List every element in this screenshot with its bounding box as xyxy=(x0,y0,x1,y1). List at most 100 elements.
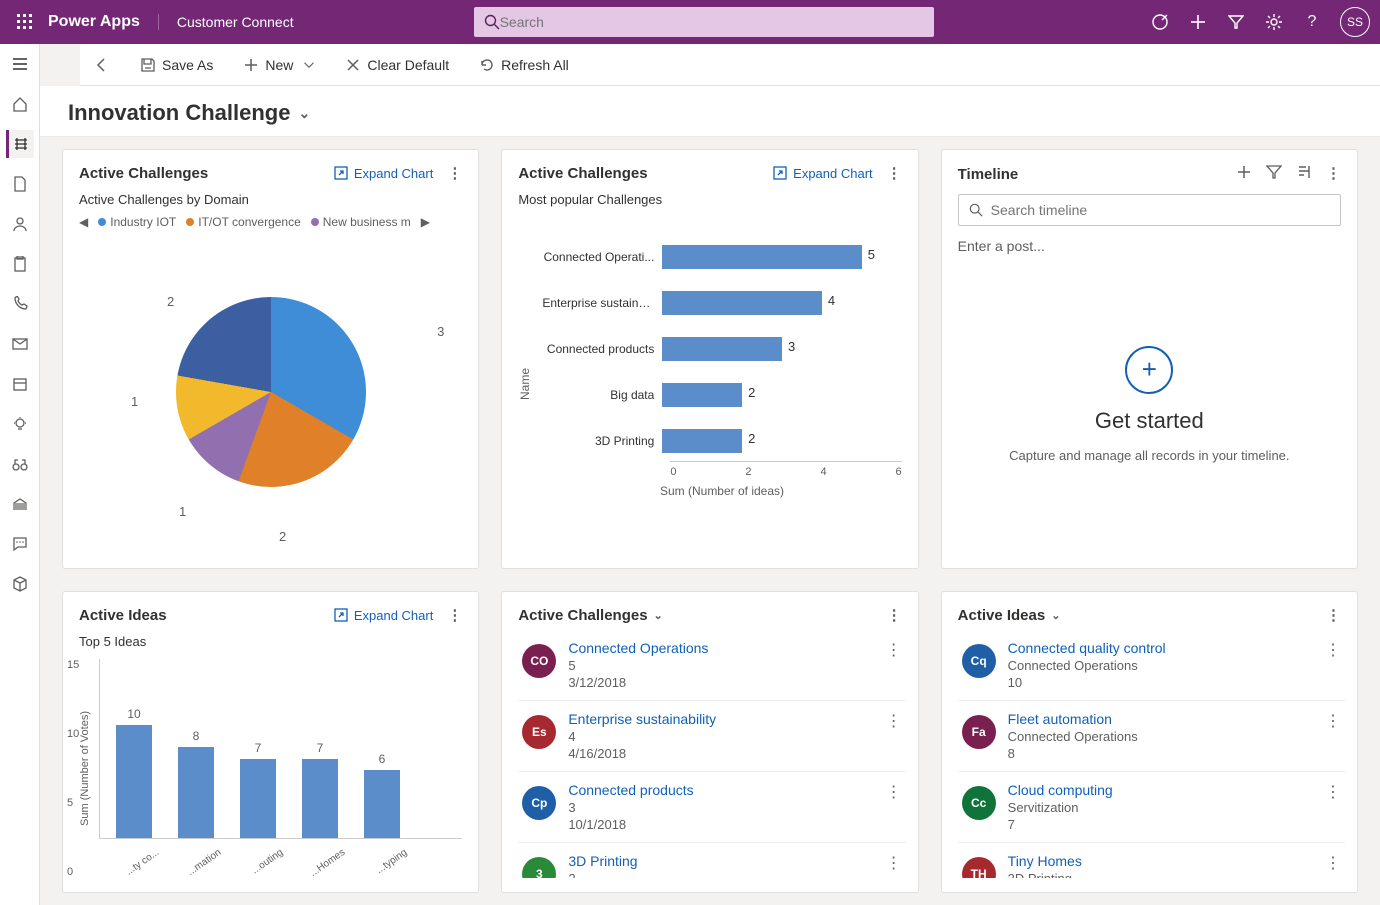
top-ideas-bar-card: Active Ideas Expand Chart ⋮ Top 5 Ideas … xyxy=(62,591,479,893)
timeline-add-icon[interactable] xyxy=(1236,164,1252,184)
app-launcher-icon[interactable] xyxy=(10,7,40,37)
bar-value: 8 xyxy=(193,729,200,743)
list-item[interactable]: Cq Connected quality control Connected O… xyxy=(958,630,1345,701)
card-title: Timeline xyxy=(958,166,1019,183)
nav-binoculars-icon[interactable] xyxy=(6,450,34,478)
chevron-down-icon[interactable]: ⌄ xyxy=(654,609,663,622)
nav-file-icon[interactable] xyxy=(6,170,34,198)
add-icon[interactable] xyxy=(1188,12,1208,32)
legend-next-icon[interactable]: ▶ xyxy=(421,215,430,229)
item-count: 2 xyxy=(568,871,873,878)
list-item[interactable]: Es Enterprise sustainability 4 4/16/2018… xyxy=(518,701,905,772)
pie-value: 1 xyxy=(131,394,138,409)
item-more-icon[interactable]: ⋮ xyxy=(1325,853,1341,873)
expand-chart-link[interactable]: Expand Chart xyxy=(334,166,434,181)
timeline-post-input[interactable]: Enter a post... xyxy=(958,238,1341,254)
nav-dashboard-icon[interactable] xyxy=(6,130,34,158)
nav-idea-icon[interactable] xyxy=(6,410,34,438)
item-more-icon[interactable]: ⋮ xyxy=(886,711,902,731)
target-icon[interactable] xyxy=(1150,12,1170,32)
legend-prev-icon[interactable]: ◀ xyxy=(79,215,88,229)
user-avatar[interactable]: SS xyxy=(1340,7,1370,37)
item-more-icon[interactable]: ⋮ xyxy=(886,640,902,660)
bar-value: 7 xyxy=(255,741,262,755)
help-icon[interactable]: ? xyxy=(1302,12,1322,32)
section-title[interactable]: Active Challenges xyxy=(518,607,647,624)
item-title[interactable]: Connected products xyxy=(568,782,873,798)
timeline-message: Capture and manage all records in your t… xyxy=(1009,448,1289,463)
settings-icon[interactable] xyxy=(1264,12,1284,32)
bar-row: Big data 2 xyxy=(542,383,901,407)
refresh-all-button[interactable]: Refresh All xyxy=(473,53,575,77)
item-count: 3 xyxy=(568,800,873,815)
x-axis-label: Sum (Number of ideas) xyxy=(542,484,901,498)
more-icon[interactable]: ⋮ xyxy=(447,606,462,624)
list-item[interactable]: TH Tiny Homes 3D Printing ⋮ xyxy=(958,843,1345,878)
item-more-icon[interactable]: ⋮ xyxy=(1325,782,1341,802)
item-title[interactable]: Tiny Homes xyxy=(1008,853,1313,869)
item-title[interactable]: Cloud computing xyxy=(1008,782,1313,798)
more-icon[interactable]: ⋮ xyxy=(887,606,902,624)
card-title: Active Challenges xyxy=(518,165,647,182)
nav-calendar-icon[interactable] xyxy=(6,370,34,398)
nav-home-icon[interactable] xyxy=(6,90,34,118)
item-title[interactable]: Fleet automation xyxy=(1008,711,1313,727)
item-avatar: Cq xyxy=(962,644,996,678)
save-as-button[interactable]: Save As xyxy=(134,53,219,77)
more-icon[interactable]: ⋮ xyxy=(447,164,462,182)
page-title[interactable]: Innovation Challenge xyxy=(68,100,290,126)
back-button[interactable] xyxy=(88,53,116,77)
more-icon[interactable]: ⋮ xyxy=(1326,606,1341,624)
timeline-more-icon[interactable]: ⋮ xyxy=(1326,164,1341,184)
nav-person-icon[interactable] xyxy=(6,210,34,238)
nav-package-icon[interactable] xyxy=(6,570,34,598)
item-more-icon[interactable]: ⋮ xyxy=(1325,711,1341,731)
item-more-icon[interactable]: ⋮ xyxy=(886,782,902,802)
timeline-get-started-icon[interactable]: + xyxy=(1125,346,1173,394)
chevron-down-icon[interactable]: ⌄ xyxy=(298,105,310,122)
expand-chart-link[interactable]: Expand Chart xyxy=(773,166,873,181)
nav-mail-icon[interactable] xyxy=(6,330,34,358)
timeline-filter-icon[interactable] xyxy=(1266,164,1282,184)
bar-value: 2 xyxy=(748,431,755,446)
nav-phone-icon[interactable] xyxy=(6,290,34,318)
nav-clipboard-icon[interactable] xyxy=(6,250,34,278)
pie-value: 2 xyxy=(279,529,286,544)
item-title[interactable]: Connected quality control xyxy=(1008,640,1313,656)
global-search[interactable] xyxy=(474,7,934,37)
bar-row: Enterprise sustaina... 4 xyxy=(542,291,901,315)
expand-chart-link[interactable]: Expand Chart xyxy=(334,608,434,623)
chevron-down-icon[interactable]: ⌄ xyxy=(1051,609,1060,622)
bar-category: ...mation xyxy=(181,847,223,881)
global-search-input[interactable] xyxy=(500,14,924,30)
item-more-icon[interactable]: ⋮ xyxy=(1325,640,1341,660)
list-item[interactable]: Cp Connected products 3 10/1/2018 ⋮ xyxy=(518,772,905,843)
timeline-search[interactable] xyxy=(958,194,1341,226)
item-title[interactable]: 3D Printing xyxy=(568,853,873,869)
list-item[interactable]: Cc Cloud computing Servitization 7 ⋮ xyxy=(958,772,1345,843)
section-title[interactable]: Active Ideas xyxy=(958,607,1046,624)
list-item[interactable]: CO Connected Operations 5 3/12/2018 ⋮ xyxy=(518,630,905,701)
item-title[interactable]: Connected Operations xyxy=(568,640,873,656)
list-item[interactable]: Fa Fleet automation Connected Operations… xyxy=(958,701,1345,772)
bar-category: Enterprise sustaina... xyxy=(542,296,662,310)
item-more-icon[interactable]: ⋮ xyxy=(886,853,902,873)
bar-category: ...typing xyxy=(367,847,409,881)
nav-chat-icon[interactable] xyxy=(6,530,34,558)
more-icon[interactable]: ⋮ xyxy=(887,164,902,182)
bar-category: ...Homes xyxy=(305,847,347,881)
item-title[interactable]: Enterprise sustainability xyxy=(568,711,873,727)
filter-icon[interactable] xyxy=(1226,12,1246,32)
list-item[interactable]: 3 3D Printing 2 ⋮ xyxy=(518,843,905,878)
item-avatar: TH xyxy=(962,857,996,878)
timeline-search-input[interactable] xyxy=(991,202,1330,218)
legend-item: New business m xyxy=(311,215,411,229)
nav-menu-icon[interactable] xyxy=(6,50,34,78)
legend-item: IT/OT convergence xyxy=(186,215,301,229)
new-button[interactable]: New xyxy=(237,53,321,77)
nav-building-icon[interactable] xyxy=(6,490,34,518)
bar-row: Connected products 3 xyxy=(542,337,901,361)
timeline-sort-icon[interactable] xyxy=(1296,164,1312,184)
clear-default-button[interactable]: Clear Default xyxy=(339,53,455,77)
bar-row: 3D Printing 2 xyxy=(542,429,901,453)
